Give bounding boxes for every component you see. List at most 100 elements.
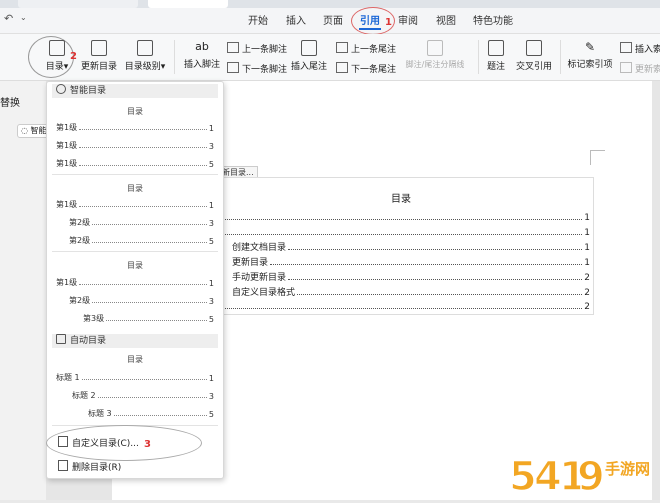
- menu-insert[interactable]: 插入: [286, 12, 306, 27]
- mark-index-label: 标记索引项: [567, 60, 613, 70]
- menu-review[interactable]: 审阅: [398, 12, 418, 27]
- separator-line-label: 脚注/尾注分隔线: [405, 60, 465, 69]
- toc-preview-line[interactable]: 第1级 3: [56, 140, 214, 151]
- preview-title: 目录: [127, 107, 143, 116]
- update-toc-icon: [91, 40, 107, 56]
- dropdown-caret-icon[interactable]: ⌄: [20, 13, 27, 22]
- undo-icon[interactable]: ↶: [4, 12, 13, 25]
- toc-preview-line[interactable]: 第2级 3: [56, 217, 214, 228]
- custom-toc-item[interactable]: 自定义目录(C)...: [58, 436, 139, 449]
- delete-toc-item[interactable]: 删除目录(R): [58, 460, 121, 473]
- toc-label: 目录: [45, 62, 64, 72]
- update-index-label: 更新索: [635, 65, 660, 75]
- ribbon-separator: [478, 40, 479, 74]
- update-index-button[interactable]: 更新索: [620, 62, 660, 75]
- toc-preview-line[interactable]: 第1级 1: [56, 122, 214, 133]
- toc-preview-line[interactable]: 标题 11: [56, 372, 214, 383]
- insert-index-button[interactable]: 插入索: [620, 42, 660, 55]
- preview-title: 目录: [127, 184, 143, 193]
- annotation-number-1: 1: [385, 17, 392, 28]
- menu-special[interactable]: 特色功能: [473, 12, 513, 27]
- ribbon-separator: [174, 40, 175, 74]
- toc-preview-line[interactable]: 第1级 1: [56, 199, 214, 210]
- smart-icon: ◌: [21, 126, 31, 135]
- document-toc-line[interactable]: 1: [218, 211, 590, 223]
- cross-reference-label: 交叉引用: [515, 62, 552, 72]
- toc-preview-line[interactable]: 标题 23: [56, 390, 214, 401]
- toc-level-button[interactable]: 目录级别▾: [122, 40, 168, 72]
- replace-panel-title: 替换: [0, 98, 20, 109]
- document-toc-line[interactable]: 更新目录 1: [218, 256, 590, 268]
- endnote-icon: [301, 40, 317, 56]
- next-footnote-button[interactable]: 下一条脚注: [227, 62, 287, 75]
- next-endnote-icon: [336, 62, 348, 73]
- document-toc-line[interactable]: 2: [218, 300, 590, 312]
- prev-footnote-icon: [227, 42, 239, 53]
- document-toc-line[interactable]: 创建文档目录 1: [218, 241, 590, 253]
- smart-toc-icon: [56, 84, 66, 94]
- auto-toc-section: 自动目录: [52, 334, 218, 348]
- footnote-icon: ab: [195, 40, 209, 53]
- document-toc-line[interactable]: 自定义目录格式 2: [218, 286, 590, 298]
- document-toc-line[interactable]: 手动更新目录 2: [218, 271, 590, 283]
- caption-label: 题注: [486, 62, 505, 72]
- toc-icon: [49, 40, 65, 56]
- chevron-down-icon: ▾: [63, 62, 69, 72]
- toc-preview-line[interactable]: 标题 35: [56, 408, 214, 419]
- cross-reference-button[interactable]: 交叉引用: [514, 40, 554, 72]
- delete-toc-label: 删除目录(R): [72, 463, 122, 473]
- toc-preview-line[interactable]: 第1级 5: [56, 158, 214, 169]
- update-toc-button[interactable]: 更新目录: [80, 40, 118, 72]
- mark-index-button[interactable]: ✎ 标记索引项: [566, 40, 614, 70]
- document-tab-1[interactable]: [18, 0, 138, 8]
- menu-divider: [52, 251, 218, 252]
- prev-footnote-button[interactable]: 上一条脚注: [227, 42, 287, 55]
- toc-preview-line[interactable]: 第2级 3: [56, 295, 214, 306]
- toc-button[interactable]: 目录▾: [42, 40, 72, 72]
- menu-divider: [52, 174, 218, 175]
- document-toc-line[interactable]: 1: [218, 226, 590, 238]
- svg-text:4: 4: [534, 454, 562, 500]
- annotation-number-3: 3: [144, 439, 151, 450]
- caption-button[interactable]: 题注: [484, 40, 508, 72]
- prev-footnote-label: 上一条脚注: [242, 45, 288, 55]
- toc-preview-line[interactable]: 第2级 5: [56, 235, 214, 246]
- pen-icon: ✎: [584, 40, 596, 54]
- preview-title: 目录: [127, 261, 143, 270]
- watermark-logo: 5 4 1 9 手游网: [505, 446, 660, 501]
- toc-preview-line[interactable]: 第1级 1: [56, 277, 214, 288]
- menu-view[interactable]: 视图: [436, 12, 456, 27]
- prev-endnote-button[interactable]: 上一条尾注: [336, 42, 396, 55]
- prev-endnote-label: 上一条尾注: [351, 45, 397, 55]
- custom-toc-label: 自定义目录(C)...: [72, 439, 139, 449]
- chevron-down-icon: ▾: [160, 62, 166, 72]
- smart-toc-section: 智能目录: [52, 84, 218, 98]
- document-tab-2[interactable]: [148, 0, 228, 8]
- update-toc-label: 更新目录: [80, 62, 117, 72]
- insert-footnote-label: 插入脚注: [183, 60, 220, 70]
- cross-reference-icon: [526, 40, 542, 56]
- svg-text:5: 5: [509, 454, 537, 500]
- caption-icon: [488, 40, 504, 56]
- menu-page[interactable]: 页面: [323, 12, 343, 27]
- insert-index-icon: [620, 42, 632, 53]
- insert-endnote-label: 插入尾注: [290, 62, 327, 72]
- toc-level-icon: [137, 40, 153, 56]
- page-corner-mark: [590, 150, 605, 165]
- prev-endnote-icon: [336, 42, 348, 53]
- smart-toc-label: 智能目录: [70, 86, 107, 96]
- insert-footnote-button[interactable]: ab 插入脚注: [182, 40, 222, 70]
- next-endnote-button[interactable]: 下一条尾注: [336, 62, 396, 75]
- insert-endnote-button[interactable]: 插入尾注: [288, 40, 330, 72]
- ribbon-separator: [560, 40, 561, 74]
- menu-home[interactable]: 开始: [248, 12, 268, 27]
- separator-line-button[interactable]: 脚注/尾注分隔线: [400, 40, 470, 70]
- watermark-text: 手游网: [605, 460, 651, 478]
- separator-line-icon: [427, 40, 443, 56]
- toc-preview-line[interactable]: 第3级 5: [56, 313, 214, 324]
- document-toc-title: 目录: [391, 194, 411, 205]
- auto-toc-label: 自动目录: [70, 336, 107, 346]
- update-index-icon: [620, 62, 632, 73]
- custom-toc-icon: [58, 436, 68, 447]
- next-footnote-label: 下一条脚注: [242, 65, 288, 75]
